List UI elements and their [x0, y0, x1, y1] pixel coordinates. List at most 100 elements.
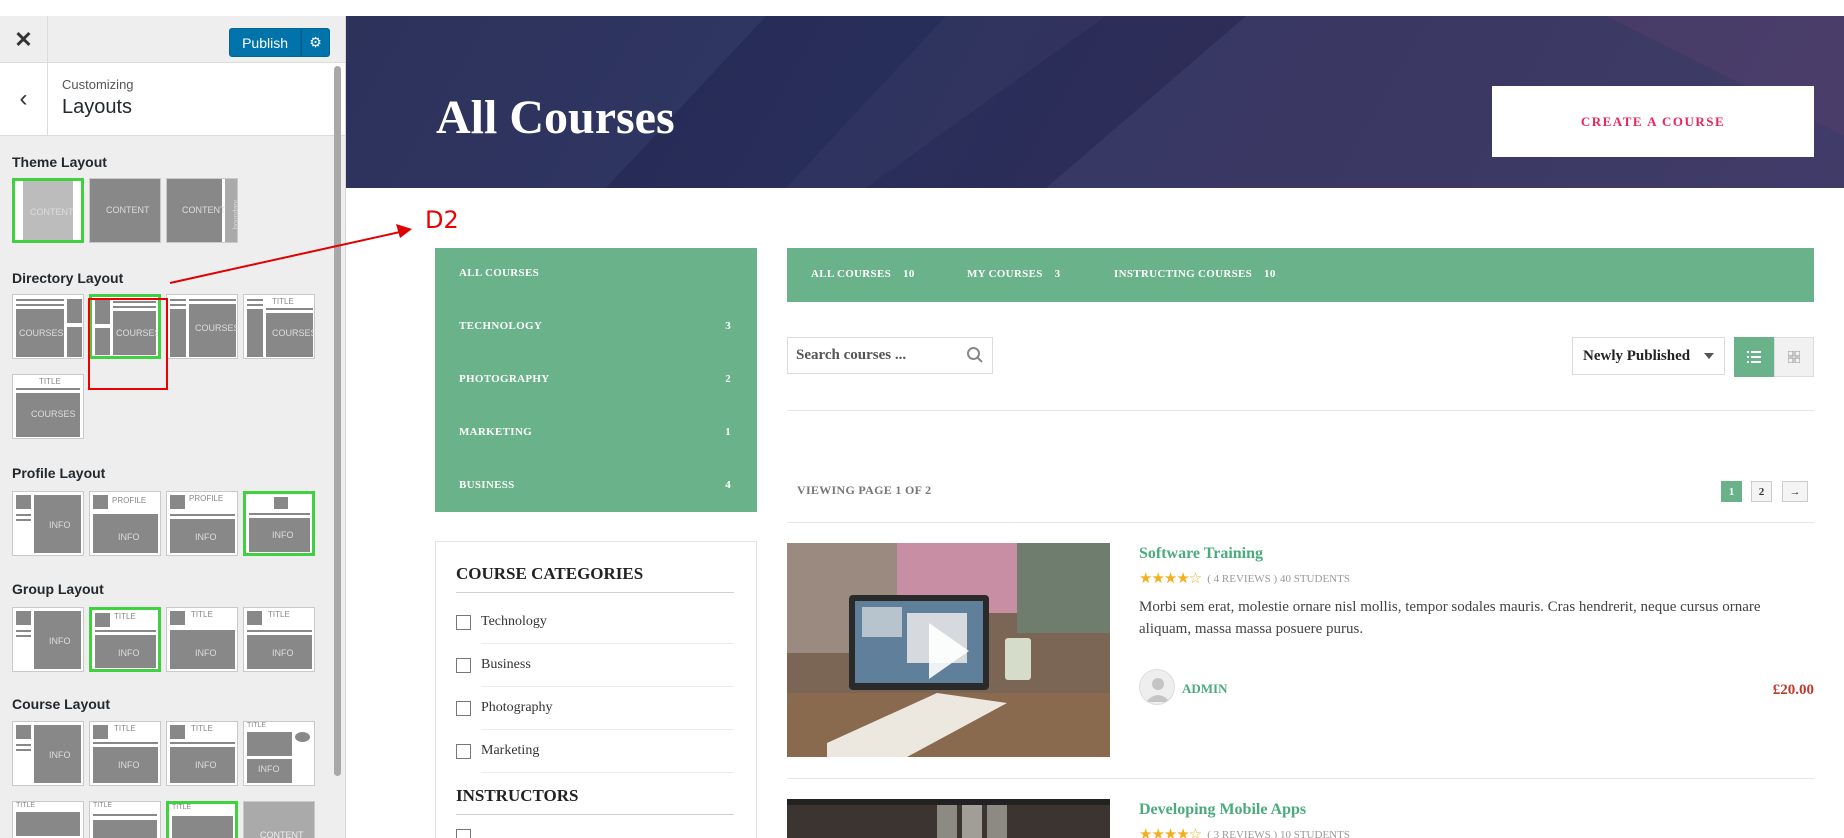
divider — [787, 778, 1814, 779]
author-link[interactable]: ADMIN — [1182, 681, 1228, 697]
divider — [481, 729, 734, 730]
tab-all-courses[interactable]: ALL COURSES 10 — [811, 268, 915, 280]
group-layout-option-3[interactable]: TITLE INFO — [166, 607, 238, 672]
profile-layout-option-2[interactable]: PROFILE INFO — [89, 491, 161, 556]
customizer-header: ✕ Publish ⚙ — [0, 16, 345, 63]
breadcrumb: Customizing — [62, 77, 134, 92]
checkbox-icon[interactable] — [456, 614, 471, 630]
instructor-checkbox[interactable] — [456, 829, 481, 838]
course-title-link[interactable]: Software Training — [1139, 545, 1263, 563]
close-customizer-button[interactable]: ✕ — [0, 16, 48, 63]
review-count: ( 3 REVIEWS ) — [1207, 828, 1278, 838]
divider — [481, 643, 734, 644]
checkbox-icon[interactable] — [456, 829, 471, 838]
directory-layout-option-3[interactable]: COURSES — [166, 294, 238, 359]
category-menu-item[interactable]: ALL COURSES — [459, 267, 731, 279]
category-menu-item[interactable]: BUSINESS 4 — [459, 479, 731, 491]
page-button-1[interactable]: 1 — [1721, 481, 1742, 502]
course-layout-option-2[interactable]: TITLE INFO — [89, 721, 161, 786]
section-title: Layouts — [62, 96, 133, 118]
search-icon[interactable] — [966, 346, 984, 364]
course-layout-option-4[interactable]: TITLE INFO — [243, 721, 315, 786]
course-tabs: ALL COURSES 10 MY COURSES 3 INSTRUCTING CO… — [787, 248, 1814, 302]
rating-stars-icon: ★★★★☆ — [1139, 827, 1202, 838]
directory-layout-option-1[interactable]: COURSES — [12, 294, 84, 359]
group-layout-option-1[interactable]: INFO — [12, 607, 84, 672]
profile-layout-option-1[interactable]: INFO — [12, 491, 84, 556]
course-thumbnail-image — [787, 799, 1110, 838]
publish-button[interactable]: Publish — [229, 28, 301, 57]
course-categories-title: COURSE CATEGORIES — [456, 564, 644, 583]
course-layout-option-1[interactable]: INFO — [12, 721, 84, 786]
annotation-label: D2 — [425, 206, 459, 234]
page-button-2[interactable]: 2 — [1751, 481, 1772, 502]
course-layout-option-3[interactable]: TITLE INFO — [166, 721, 238, 786]
category-menu-item[interactable]: PHOTOGRAPHY 2 — [459, 373, 731, 385]
divider — [456, 814, 734, 815]
list-view-icon — [1747, 351, 1761, 363]
review-count: ( 4 REVIEWS ) — [1207, 572, 1278, 585]
directory-layout-option-4[interactable]: TITLE COURSES — [243, 294, 315, 359]
divider — [787, 522, 1814, 523]
filter-widget: COURSE CATEGORIES Technology Business Ph… — [435, 541, 757, 838]
search-input[interactable] — [796, 347, 956, 364]
directory-layout-option-5[interactable]: TITLE COURSES — [12, 374, 84, 439]
course-description: Morbi sem erat, molestie ornare nisl mol… — [1139, 599, 1761, 637]
user-icon — [1146, 678, 1170, 702]
author-avatar[interactable] — [1139, 669, 1175, 705]
theme-layout-title: Theme Layout — [12, 154, 107, 170]
student-count: 40 STUDENTS — [1279, 572, 1350, 585]
customizer-sidebar: ✕ Publish ⚙ ‹ Customizing Layouts Theme … — [0, 16, 346, 838]
directory-layout-title: Directory Layout — [12, 270, 124, 286]
category-checkbox[interactable]: Business — [456, 657, 531, 673]
course-layout-option-8[interactable]: CONTENT — [243, 801, 315, 838]
course-price: £20.00 — [1772, 682, 1814, 698]
course-title-link[interactable]: Developing Mobile Apps — [1139, 801, 1306, 819]
student-count: 10 STUDENTS — [1279, 828, 1350, 838]
category-menu-item[interactable]: TECHNOLOGY 3 — [459, 320, 731, 332]
page-hero: All Courses CREATE A COURSE — [346, 16, 1844, 188]
checkbox-icon[interactable] — [456, 657, 471, 673]
checkbox-icon[interactable] — [456, 743, 471, 759]
profile-layout-option-3[interactable]: PROFILE INFO — [166, 491, 238, 556]
sidebar-scrollbar[interactable] — [334, 66, 341, 776]
course-layout-option-7[interactable]: TITLE — [166, 801, 238, 838]
course-thumbnail[interactable] — [787, 543, 1110, 757]
theme-layout-option-1[interactable]: CONTENT — [12, 178, 84, 243]
course-layout-option-6[interactable]: TITLE — [89, 801, 161, 838]
page-title: All Courses — [436, 91, 675, 144]
category-checkbox[interactable]: Marketing — [456, 743, 539, 759]
publish-settings-button[interactable]: ⚙ — [301, 28, 330, 57]
course-layout-option-5[interactable]: TITLE — [12, 801, 84, 838]
group-layout-option-2[interactable]: TITLE INFO — [89, 607, 161, 672]
sort-selected-value: Newly Published — [1583, 347, 1691, 364]
group-layout-title: Group Layout — [12, 581, 104, 597]
category-checkbox[interactable]: Photography — [456, 700, 553, 716]
profile-layout-option-4[interactable]: INFO — [243, 491, 315, 556]
next-page-button[interactable]: → — [1782, 481, 1808, 502]
theme-layout-option-3[interactable]: CONTENT boundary — [166, 178, 238, 243]
divider — [481, 772, 734, 773]
checkbox-icon[interactable] — [456, 700, 471, 716]
publish-group: Publish ⚙ — [229, 28, 330, 57]
list-view-button[interactable] — [1734, 337, 1774, 377]
course-thumbnail[interactable] — [787, 799, 1110, 838]
create-course-button[interactable]: CREATE A COURSE — [1492, 86, 1814, 157]
close-icon: ✕ — [14, 26, 33, 52]
category-checkbox[interactable]: Technology — [456, 614, 547, 630]
grid-view-button[interactable] — [1774, 337, 1814, 377]
tab-instructing-courses[interactable]: INSTRUCTING COURSES 10 — [1114, 268, 1276, 280]
pagination-status: VIEWING PAGE 1 OF 2 — [797, 483, 932, 497]
customizer-section-header: ‹ Customizing Layouts — [0, 63, 345, 136]
preview-top-strip — [346, 0, 1844, 16]
annotation-highlight-box — [88, 298, 168, 390]
course-search — [787, 337, 993, 374]
category-menu-item[interactable]: MARKETING 1 — [459, 426, 731, 438]
group-layout-option-4[interactable]: TITLE INFO — [243, 607, 315, 672]
sort-select[interactable]: Newly Published — [1572, 337, 1725, 375]
back-button[interactable]: ‹ — [0, 63, 48, 135]
gear-icon: ⚙ — [309, 34, 322, 50]
theme-layout-option-2[interactable]: CONTENT — [89, 178, 161, 243]
divider — [481, 686, 734, 687]
tab-my-courses[interactable]: MY COURSES 3 — [967, 268, 1060, 280]
